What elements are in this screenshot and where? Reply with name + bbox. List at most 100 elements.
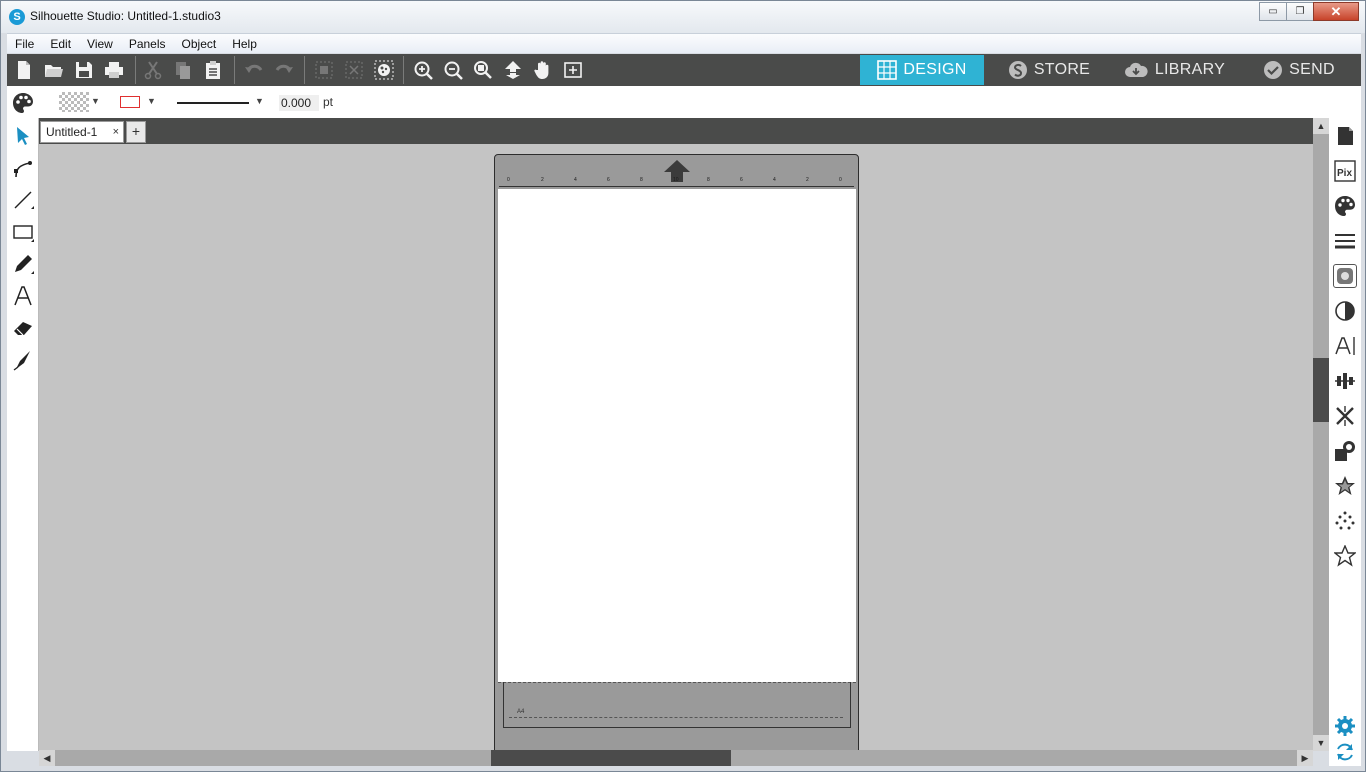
scroll-left-arrow-icon[interactable]: ◀ (39, 750, 55, 766)
menu-view[interactable]: View (79, 34, 121, 54)
toolbar-separator (403, 56, 404, 84)
knife-tool-icon[interactable] (11, 348, 35, 372)
pan-hand-icon[interactable] (528, 55, 558, 85)
trace-icon[interactable] (1333, 509, 1357, 533)
zoom-in-icon[interactable] (408, 55, 438, 85)
menu-file[interactable]: File (7, 34, 42, 54)
select-all-icon[interactable] (369, 55, 399, 85)
close-tab-icon[interactable]: × (113, 122, 119, 142)
line-style-icon[interactable] (1333, 229, 1357, 253)
settings-gear-icon[interactable] (1333, 714, 1357, 738)
save-icon[interactable] (69, 55, 99, 85)
file-tools (9, 54, 129, 86)
transform-icon[interactable] (1333, 439, 1357, 463)
align-icon[interactable] (1333, 369, 1357, 393)
tab-library[interactable]: LIBRARY (1112, 55, 1236, 85)
fit-page-icon[interactable] (558, 55, 588, 85)
copy-icon[interactable] (168, 55, 198, 85)
window-controls: ▭ ❐ ✕ (1259, 2, 1359, 21)
zoom-out-icon[interactable] (438, 55, 468, 85)
mat-size-label: A4 (517, 709, 525, 715)
app-window: S Silhouette Studio: Untitled-1.studio3 … (0, 0, 1366, 772)
star-outline-icon[interactable] (1333, 544, 1357, 568)
menu-edit[interactable]: Edit (42, 34, 79, 54)
ruler-tick-label: 0 (839, 177, 842, 183)
tab-send-label: SEND (1289, 61, 1335, 78)
menu-object[interactable]: Object (174, 34, 225, 54)
line-style-sample[interactable] (177, 102, 249, 104)
checkmark-icon (1264, 61, 1283, 79)
toolbar-separator (135, 56, 136, 84)
replicate-icon[interactable] (1333, 404, 1357, 428)
ruler-tick-label: 8 (707, 177, 710, 183)
tab-library-label: LIBRARY (1154, 61, 1226, 78)
horizontal-scroll-thumb[interactable] (491, 750, 731, 766)
contrast-icon[interactable] (1333, 299, 1357, 323)
scroll-down-arrow-icon[interactable]: ▼ (1313, 735, 1329, 751)
point-edit-icon[interactable] (11, 156, 35, 180)
fill-dropdown-icon[interactable]: ▼ (91, 96, 100, 106)
scroll-right-arrow-icon[interactable]: ▶ (1297, 750, 1313, 766)
new-document-icon[interactable] (9, 55, 39, 85)
undo-icon[interactable] (239, 55, 269, 85)
ruler-tick-label: 6 (607, 177, 610, 183)
horizontal-scrollbar[interactable]: ◀ ▶ (39, 750, 1313, 766)
fill-palette-icon[interactable] (11, 91, 35, 115)
sync-icon[interactable] (1333, 740, 1357, 764)
cut-border-dashed-line (509, 717, 843, 718)
paste-icon[interactable] (198, 55, 228, 85)
menu-bar: File Edit View Panels Object Help (7, 33, 1361, 53)
svg-text:Pix: Pix (1337, 168, 1352, 179)
registration-marks-icon[interactable] (1333, 264, 1357, 288)
page-setup-icon[interactable] (1333, 124, 1357, 148)
tab-store[interactable]: STORE (987, 55, 1111, 85)
vertical-scroll-thumb[interactable] (1313, 358, 1329, 422)
text-style-icon[interactable] (1333, 334, 1357, 358)
mat-bottom-grid (503, 682, 851, 728)
eraser-tool-icon[interactable] (11, 316, 35, 340)
main-toolbar: DESIGN STORE LIBRARY SEND (7, 54, 1361, 86)
menu-panels[interactable]: Panels (121, 34, 174, 54)
ruler-tick-label: 8 (640, 177, 643, 183)
maximize-button[interactable]: ❐ (1286, 2, 1314, 21)
minimize-button[interactable]: ▭ (1259, 2, 1287, 21)
tab-design[interactable]: DESIGN (860, 55, 984, 85)
document-tab-label: Untitled-1 (46, 125, 98, 139)
cut-icon[interactable] (138, 55, 168, 85)
line-width-input[interactable]: 0.000 (279, 95, 319, 111)
fill-color-icon[interactable] (1333, 194, 1357, 218)
pixscan-icon[interactable]: Pix (1333, 159, 1357, 183)
design-page[interactable] (498, 189, 856, 682)
menu-help[interactable]: Help (224, 34, 265, 54)
line-color-dropdown-icon[interactable]: ▼ (147, 96, 156, 106)
select-arrow-icon[interactable] (11, 124, 35, 148)
tab-send[interactable]: SEND (1237, 55, 1361, 85)
scroll-up-arrow-icon[interactable]: ▲ (1313, 118, 1329, 134)
window-title: Silhouette Studio: Untitled-1.studio3 (30, 9, 221, 23)
fill-pattern-swatch[interactable] (59, 92, 89, 112)
rectangle-tool-icon[interactable] (11, 220, 35, 244)
group-icon[interactable] (309, 55, 339, 85)
text-tool-icon[interactable] (11, 284, 35, 308)
pencil-tool-icon[interactable] (11, 252, 35, 276)
open-folder-icon[interactable] (39, 55, 69, 85)
line-color-swatch[interactable] (120, 96, 140, 108)
ungroup-icon[interactable] (339, 55, 369, 85)
title-bar: S Silhouette Studio: Untitled-1.studio3 … (1, 1, 1365, 33)
view-tools (408, 54, 588, 86)
star-filled-icon[interactable] (1333, 474, 1357, 498)
design-canvas[interactable]: 0 2 4 6 8 10 8 6 4 2 0 A4 (39, 144, 1313, 750)
clipboard-tools (138, 54, 228, 86)
move-down-icon[interactable] (498, 55, 528, 85)
add-tab-button[interactable]: + (126, 121, 146, 143)
document-tab[interactable]: Untitled-1 × (40, 121, 124, 143)
document-tabs-row: Untitled-1 × + (39, 118, 1313, 144)
close-button[interactable]: ✕ (1313, 2, 1359, 21)
print-icon[interactable] (99, 55, 129, 85)
line-style-dropdown-icon[interactable]: ▼ (255, 96, 264, 106)
line-tool-icon[interactable] (11, 188, 35, 212)
redo-icon[interactable] (269, 55, 299, 85)
zoom-fit-icon[interactable] (468, 55, 498, 85)
tab-store-label: STORE (1033, 61, 1091, 78)
vertical-scrollbar[interactable]: ▲ ▼ (1313, 118, 1329, 751)
